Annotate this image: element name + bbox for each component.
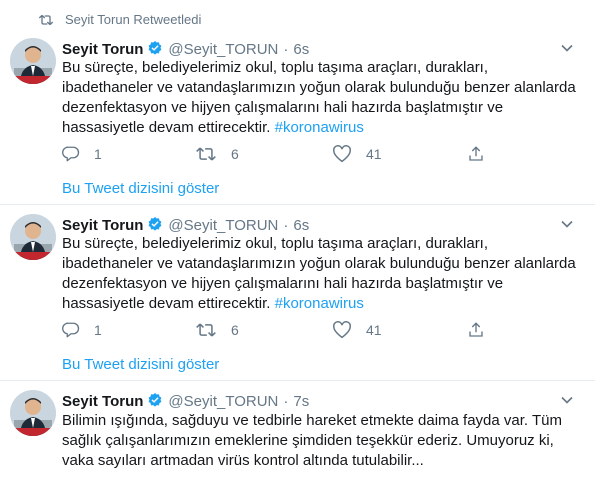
author-name[interactable]: Seyit Torun — [62, 41, 143, 58]
tweet-actions: 1 6 41 — [62, 321, 492, 341]
tweet-text: Bilimin ışığında, sağduyu ve tedbirle ha… — [62, 411, 577, 471]
hashtag-link[interactable]: #koronawirus — [275, 119, 364, 136]
retweet-icon — [196, 147, 216, 161]
like-button[interactable]: 41 — [332, 145, 382, 163]
share-button[interactable] — [467, 321, 499, 339]
like-icon — [333, 321, 351, 339]
avatar-photo — [10, 390, 56, 436]
verified-badge-icon — [149, 393, 162, 407]
share-icon — [469, 146, 483, 161]
retweet-label[interactable]: Seyit Torun Retweetledi — [65, 12, 201, 27]
tweet-2[interactable]: Seyit Torun @Seyit_TORUN · 6s Bu süreçte… — [0, 205, 595, 380]
avatar[interactable] — [10, 390, 56, 436]
timestamp[interactable]: 7s — [293, 393, 309, 410]
show-thread-link[interactable]: Bu Tweet dizisini göster — [62, 356, 219, 373]
retweet-icon — [38, 14, 54, 25]
reply-count: 1 — [94, 322, 102, 338]
timestamp[interactable]: 6s — [293, 217, 309, 234]
reply-icon — [62, 146, 80, 162]
share-icon — [469, 322, 483, 337]
like-icon — [333, 145, 351, 163]
tweet-actions: 1 6 41 — [62, 145, 492, 165]
retweet-icon — [196, 323, 216, 337]
retweet-button[interactable]: 6 — [195, 145, 239, 163]
tweet-text: Bu süreçte, belediyelerimiz okul, toplu … — [62, 234, 577, 314]
avatar-photo — [10, 38, 56, 84]
tweet-text: Bu süreçte, belediyelerimiz okul, toplu … — [62, 58, 577, 138]
avatar-photo — [10, 214, 56, 260]
verified-badge-icon — [149, 217, 162, 231]
timestamp[interactable]: 6s — [293, 41, 309, 58]
tweet-3[interactable]: Seyit Torun @Seyit_TORUN · 7s Bilimin ış… — [0, 381, 595, 479]
retweet-context: Seyit Torun Retweetledi — [38, 12, 201, 27]
like-count: 41 — [366, 322, 382, 338]
like-button[interactable]: 41 — [332, 321, 382, 339]
chevron-down-icon[interactable] — [559, 392, 575, 408]
author-name[interactable]: Seyit Torun — [62, 393, 143, 410]
reply-icon — [62, 322, 80, 338]
tweet-header: Seyit Torun @Seyit_TORUN · 6s — [62, 38, 309, 58]
retweet-button[interactable]: 6 — [195, 321, 239, 339]
reply-button[interactable]: 1 — [62, 321, 102, 339]
retweet-count: 6 — [231, 322, 239, 338]
author-name[interactable]: Seyit Torun — [62, 217, 143, 234]
chevron-down-icon[interactable] — [559, 216, 575, 232]
retweet-count: 6 — [231, 146, 239, 162]
separator-dot: · — [283, 393, 289, 410]
tweet-header: Seyit Torun @Seyit_TORUN · 7s — [62, 390, 309, 410]
hashtag-link[interactable]: #koronawirus — [275, 295, 364, 312]
avatar[interactable] — [10, 38, 56, 84]
like-count: 41 — [366, 146, 382, 162]
share-button[interactable] — [467, 145, 499, 163]
reply-count: 1 — [94, 146, 102, 162]
separator-dot: · — [283, 217, 289, 234]
author-handle[interactable]: @Seyit_TORUN — [168, 217, 278, 234]
author-handle[interactable]: @Seyit_TORUN — [168, 41, 278, 58]
reply-button[interactable]: 1 — [62, 145, 102, 163]
author-handle[interactable]: @Seyit_TORUN — [168, 393, 278, 410]
tweet-header: Seyit Torun @Seyit_TORUN · 6s — [62, 214, 309, 234]
tweet-1[interactable]: Seyit Torun Retweetledi Seyit Torun @Sey… — [0, 0, 595, 204]
separator-dot: · — [283, 41, 289, 58]
verified-badge-icon — [149, 41, 162, 55]
chevron-down-icon[interactable] — [559, 40, 575, 56]
show-thread-link[interactable]: Bu Tweet dizisini göster — [62, 180, 219, 197]
avatar[interactable] — [10, 214, 56, 260]
tweet-text-content: Bilimin ışığında, sağduyu ve tedbirle ha… — [62, 412, 562, 469]
